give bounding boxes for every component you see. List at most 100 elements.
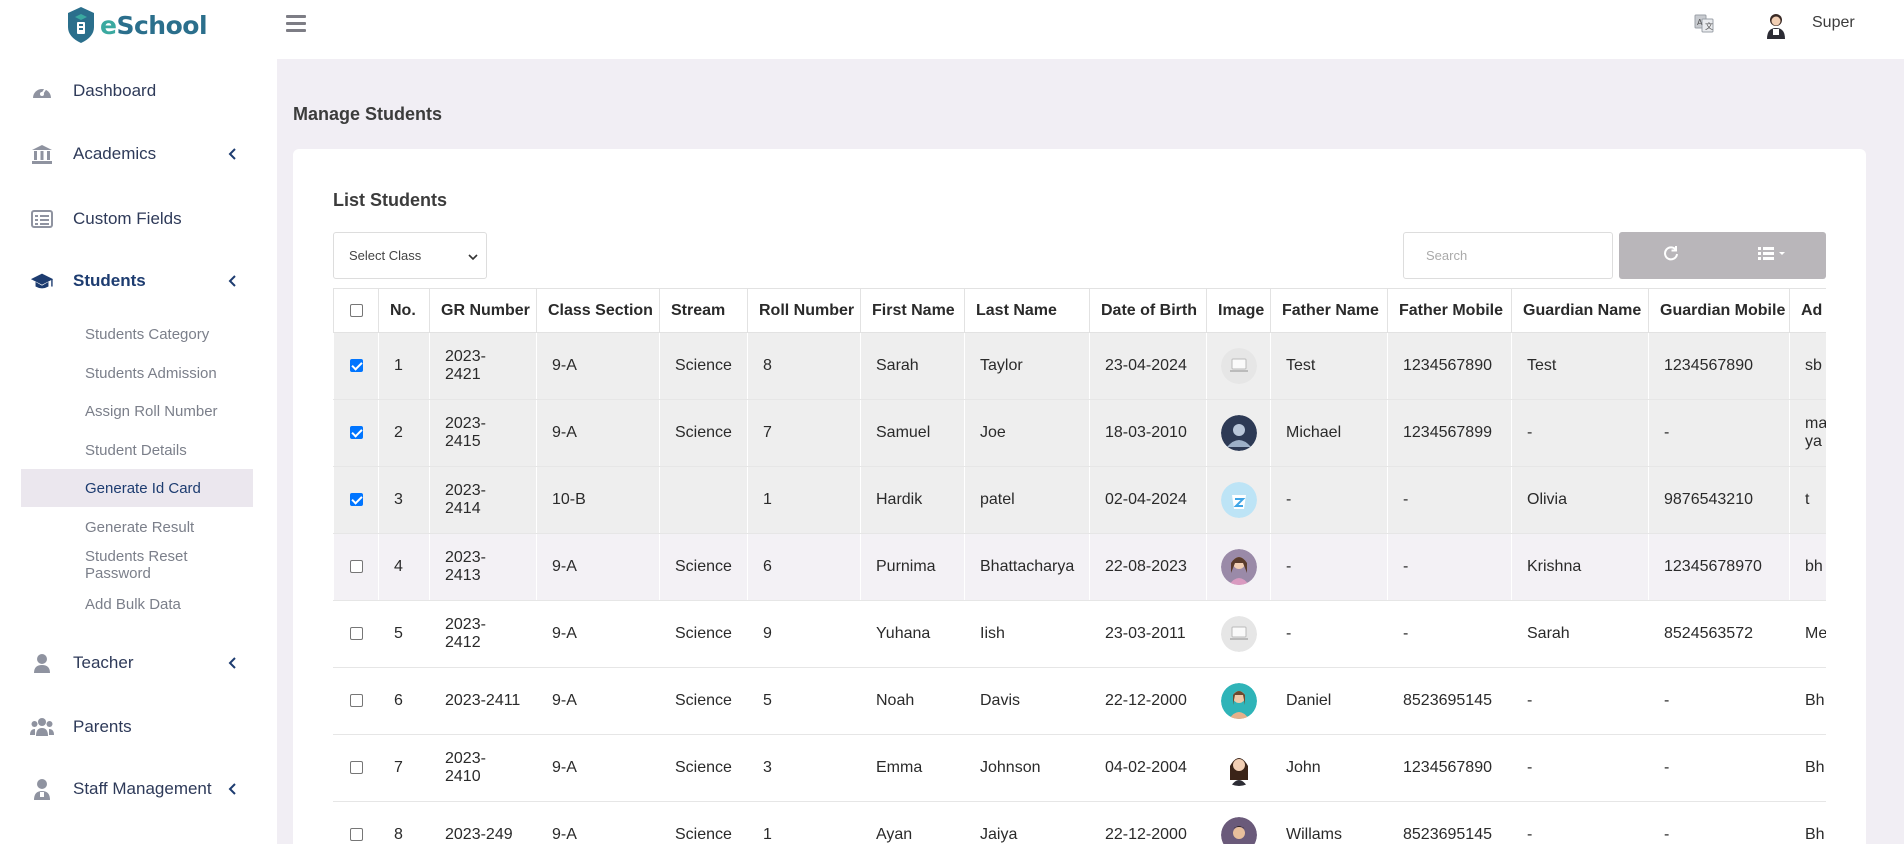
table-row[interactable]: 2 2023- 2415 9-A Science 7 Samuel Joe 18-03-2010… xyxy=(333,399,1826,467)
sidebar-item-staff-management[interactable]: Staff Management xyxy=(0,768,277,810)
column-header-image[interactable]: Image xyxy=(1206,288,1271,333)
sidebar-item-label: Teacher xyxy=(73,653,134,672)
row-checkbox[interactable] xyxy=(349,560,363,574)
cell-stream xyxy=(659,466,748,534)
cell-image[interactable] xyxy=(1206,667,1271,735)
cell-roll-number: 8 xyxy=(747,332,861,400)
table-row[interactable]: 8 2023-249 9-A Science 1 Ayan Jaiya 22-12-2000 W… xyxy=(333,801,1826,844)
sidebar-item-students[interactable]: Students xyxy=(0,260,277,302)
student-photo[interactable] xyxy=(1221,415,1257,451)
cell-father-mobile: - xyxy=(1387,466,1512,534)
column-header-ad[interactable]: Ad xyxy=(1789,288,1826,333)
table-row[interactable]: 6 2023-2411 9-A Science 5 Noah Davis 22-12-2000… xyxy=(333,667,1826,735)
cell-image[interactable] xyxy=(1206,466,1271,534)
row-checkbox-cell[interactable] xyxy=(333,801,379,844)
row-checkbox-cell[interactable] xyxy=(333,600,379,668)
sidebar-subitem-students-admission[interactable]: Students Admission xyxy=(21,354,253,392)
sidebar-subitem-students-reset-password[interactable]: Students Reset Password xyxy=(21,546,253,584)
sidebar-item-academics[interactable]: Academics xyxy=(0,133,277,175)
user-avatar[interactable] xyxy=(1764,12,1788,40)
column-header-class-section[interactable]: Class Section xyxy=(536,288,660,333)
row-checkbox[interactable] xyxy=(349,694,363,708)
menu-toggle-icon[interactable] xyxy=(286,15,306,33)
language-icon[interactable]: A 文 xyxy=(1693,12,1715,34)
column-header-guardian-mobile[interactable]: Guardian Mobile xyxy=(1648,288,1790,333)
chevron-left-icon[interactable] xyxy=(226,147,240,161)
cell-father-mobile: - xyxy=(1387,533,1512,601)
cell-image[interactable] xyxy=(1206,734,1271,802)
row-checkbox-cell[interactable] xyxy=(333,399,379,467)
row-checkbox-cell[interactable] xyxy=(333,466,379,534)
column-header-gr-number[interactable]: GR Number xyxy=(429,288,537,333)
row-checkbox[interactable] xyxy=(349,359,363,373)
select-all-checkbox[interactable] xyxy=(349,303,363,317)
sidebar-subitem-add-bulk-data[interactable]: Add Bulk Data xyxy=(21,585,253,623)
sidebar-subitem-students-category[interactable]: Students Category xyxy=(21,315,253,353)
student-photo[interactable] xyxy=(1221,348,1257,384)
columns-button[interactable] xyxy=(1722,232,1826,279)
user-name[interactable]: Super xyxy=(1812,14,1855,32)
column-header-last-name[interactable]: Last Name xyxy=(964,288,1090,333)
student-photo[interactable] xyxy=(1221,482,1257,518)
sidebar-item-teacher[interactable]: Teacher xyxy=(0,642,277,684)
cell-guardian-name: Test xyxy=(1511,332,1649,400)
column-header-date-of-birth[interactable]: Date of Birth xyxy=(1089,288,1207,333)
row-checkbox[interactable] xyxy=(349,761,363,775)
row-checkbox[interactable] xyxy=(349,828,363,842)
sidebar-subitem-generate-result[interactable]: Generate Result xyxy=(21,508,253,546)
student-photo[interactable] xyxy=(1221,750,1257,786)
refresh-button[interactable] xyxy=(1619,232,1722,279)
cell-stream: Science xyxy=(659,801,748,844)
cell-image[interactable] xyxy=(1206,332,1271,400)
select-all-checkbox-cell[interactable] xyxy=(333,288,379,333)
cell-image[interactable] xyxy=(1206,801,1271,844)
student-photo[interactable] xyxy=(1221,683,1257,719)
chevron-left-icon[interactable] xyxy=(226,782,240,796)
student-photo[interactable] xyxy=(1221,616,1257,652)
column-header-first-name[interactable]: First Name xyxy=(860,288,965,333)
column-header-father-mobile[interactable]: Father Mobile xyxy=(1387,288,1512,333)
class-select[interactable]: Select Class xyxy=(333,232,487,279)
column-header-guardian-name[interactable]: Guardian Name xyxy=(1511,288,1649,333)
cell-father-name: Michael xyxy=(1270,399,1388,467)
row-checkbox-cell[interactable] xyxy=(333,332,379,400)
cell-class-section: 9-A xyxy=(536,667,660,735)
row-checkbox-cell[interactable] xyxy=(333,734,379,802)
users-icon xyxy=(30,715,54,739)
cell-guardian-mobile: - xyxy=(1648,801,1790,844)
table-row[interactable]: 1 2023- 2421 9-A Science 8 Sarah Taylor 23-04-20… xyxy=(333,332,1826,400)
table-row[interactable]: 3 2023- 2414 10-B 1 Hardik patel 02-04-2024- - Ol… xyxy=(333,466,1826,534)
chevron-down-icon xyxy=(468,250,478,261)
column-header-father-name[interactable]: Father Name xyxy=(1270,288,1388,333)
student-photo[interactable] xyxy=(1221,817,1257,844)
cell-father-name: - xyxy=(1270,533,1388,601)
row-checkbox[interactable] xyxy=(349,493,363,507)
sidebar-subitem-student-details[interactable]: Student Details xyxy=(21,431,253,469)
table-row[interactable]: 7 2023- 2410 9-A Science 3 Emma Johnson 04-02-20… xyxy=(333,734,1826,802)
cell-image[interactable] xyxy=(1206,533,1271,601)
sidebar-item-custom-fields[interactable]: Custom Fields xyxy=(0,198,277,240)
table-row[interactable]: 4 2023- 2413 9-A Science 6 Purnima Bhattacharya… xyxy=(333,533,1826,601)
search-input[interactable]: Search xyxy=(1403,232,1613,279)
column-header-no[interactable]: No. xyxy=(378,288,430,333)
row-checkbox[interactable] xyxy=(349,426,363,440)
column-header-roll-number[interactable]: Roll Number xyxy=(747,288,861,333)
cell-stream: Science xyxy=(659,332,748,400)
row-checkbox-cell[interactable] xyxy=(333,667,379,735)
logo[interactable]: eSchool xyxy=(64,5,208,45)
sidebar-item-dashboard[interactable]: Dashboard xyxy=(0,70,277,112)
student-photo[interactable] xyxy=(1221,549,1257,585)
cell-last-name: Taylor xyxy=(964,332,1090,400)
chevron-left-icon[interactable] xyxy=(226,274,240,288)
sidebar-subitem-generate-id-card[interactable]: Generate Id Card xyxy=(21,469,253,507)
chevron-left-icon[interactable] xyxy=(226,656,240,670)
cell-guardian-name: - xyxy=(1511,667,1649,735)
row-checkbox-cell[interactable] xyxy=(333,533,379,601)
cell-image[interactable] xyxy=(1206,399,1271,467)
sidebar-subitem-assign-roll-number[interactable]: Assign Roll Number xyxy=(21,392,253,430)
table-row[interactable]: 5 2023- 2412 9-A Science 9 Yuhana Iish 23-03-201… xyxy=(333,600,1826,668)
sidebar-item-parents[interactable]: Parents xyxy=(0,706,277,748)
cell-image[interactable] xyxy=(1206,600,1271,668)
column-header-stream[interactable]: Stream xyxy=(659,288,748,333)
row-checkbox[interactable] xyxy=(349,627,363,641)
